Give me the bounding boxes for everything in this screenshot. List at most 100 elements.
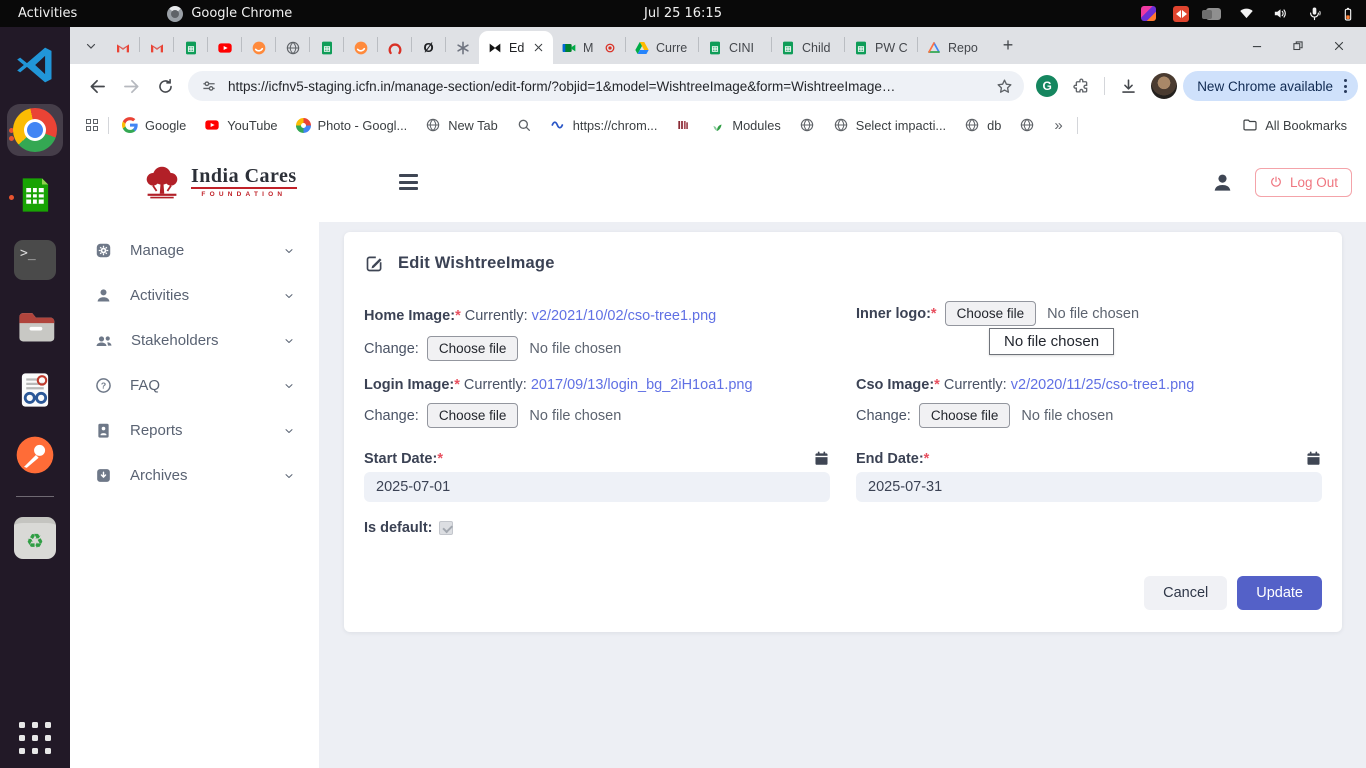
bookmark-photos[interactable]: Photo - Googl... [287,118,417,133]
close-tab-icon[interactable] [532,41,545,54]
extensions-button[interactable] [1064,69,1098,103]
bookmark-search[interactable] [507,117,541,133]
end-date-input[interactable] [856,472,1322,502]
restore-icon[interactable] [1291,39,1305,53]
sidebar-item-manage[interactable]: Manage [70,228,319,273]
edit-form-card: Edit WishtreeImage Home Image:* Currentl… [344,232,1342,632]
bookmark-google[interactable]: Google [113,117,195,133]
sidebar-item-archives[interactable]: Archives [70,453,319,498]
pinned-tab-zoho[interactable] [242,31,275,64]
inner-logo-choose-file-button[interactable]: Choose file [945,301,1037,326]
bookmark-youtube[interactable]: YouTube [195,117,286,133]
update-button[interactable]: Update [1237,576,1322,610]
pinned-tab-null[interactable]: Ø [412,31,445,64]
dock-postman[interactable] [7,429,63,481]
sidebar-toggle-button[interactable] [393,168,424,196]
downloads-button[interactable] [1111,69,1145,103]
folder-icon [1242,117,1258,133]
sidebar-item-activities[interactable]: Activities [70,273,319,318]
bookmarks-overflow-button[interactable]: » [1044,117,1072,134]
back-button[interactable] [80,69,114,103]
sidebar: Manage Activities Stakeholders [70,222,319,768]
tab-active-edit-form[interactable]: Ed [479,31,553,64]
close-window-icon[interactable] [1332,39,1346,53]
bookmark-select-impact[interactable]: Select impacti... [824,117,955,133]
sheets-icon [183,40,199,56]
focused-app-menu[interactable]: Google Chrome [167,6,292,22]
grammarly-extension-button[interactable]: G [1030,69,1064,103]
zoho-icon [251,40,267,56]
login-image-choose-file-button[interactable]: Choose file [427,403,519,428]
dock-chrome[interactable] [7,104,63,156]
sidebar-item-faq[interactable]: FAQ [70,363,319,408]
tab-search-button[interactable] [78,33,104,59]
dock-terminal[interactable]: >_ [7,234,63,286]
bookmark-db[interactable]: db [955,117,1010,133]
bookmark-globe[interactable] [1010,117,1044,133]
tab-repo[interactable]: Repo [918,31,990,64]
start-date-input[interactable] [364,472,830,502]
grammarly-icon: G [1036,75,1058,97]
chrome-update-pill[interactable]: New Chrome available [1183,71,1358,101]
bookmark-star-icon[interactable] [995,77,1014,96]
no-file-chosen-text: No file chosen [1047,306,1139,322]
apps-shortcut-button[interactable] [80,119,104,131]
is-default-label: Is default: [364,520,432,536]
pinned-tab-sheets[interactable] [174,31,207,64]
cancel-button[interactable]: Cancel [1144,576,1227,610]
tab-meet[interactable]: M [553,31,625,64]
bookmark-new-tab[interactable]: New Tab [416,117,507,133]
new-tab-button[interactable]: + [994,32,1022,60]
url-text[interactable]: https://icfnv5-staging.icfn.in/manage-se… [228,79,995,94]
browser-toolbar: https://icfnv5-staging.icfn.in/manage-se… [70,64,1366,108]
pinned-tab-openai[interactable] [446,31,479,64]
dock-files[interactable] [7,299,63,351]
sidebar-item-reports[interactable]: Reports [70,408,319,453]
dock-vscode[interactable] [7,39,63,91]
browser-menu-icon[interactable] [1341,79,1350,93]
tab-sheet-pw[interactable]: PW C [845,31,917,64]
dock-trash[interactable]: ♻ [7,512,63,564]
pinned-tab-sheets[interactable] [310,31,343,64]
start-date-label-row: Start Date:* [364,450,830,467]
cso-image-choose-file-button[interactable]: Choose file [919,403,1011,428]
system-tray[interactable] [1141,5,1356,22]
bookmark-chrome-link[interactable]: https://chrom... [541,117,667,133]
calendar-icon[interactable] [813,450,830,467]
dock-document-viewer[interactable] [7,364,63,416]
user-icon[interactable] [1210,170,1235,195]
site-settings-icon[interactable] [200,77,218,95]
form-actions: Cancel Update [364,576,1322,610]
minimize-icon[interactable] [1250,39,1264,53]
home-image-current-link[interactable]: v2/2021/10/02/cso-tree1.png [532,308,717,324]
bookmark-misc[interactable] [666,117,700,133]
pinned-tab-gmail[interactable] [140,31,173,64]
pinned-tab-zoho[interactable] [344,31,377,64]
reload-button[interactable] [148,69,182,103]
calendar-icon[interactable] [1305,450,1322,467]
address-bar[interactable]: https://icfnv5-staging.icfn.in/manage-se… [188,71,1024,101]
pinned-tab-gmail[interactable] [106,31,139,64]
home-image-choose-file-button[interactable]: Choose file [427,336,519,361]
sidebar-item-stakeholders[interactable]: Stakeholders [70,318,319,363]
tab-drive[interactable]: Curre [626,31,698,64]
pinned-tab-globe[interactable] [276,31,309,64]
pinned-tab-arc[interactable] [378,31,411,64]
cso-image-current-link[interactable]: v2/2020/11/25/cso-tree1.png [1011,377,1195,393]
login-image-current-link[interactable]: 2017/09/13/login_bg_2iH1oa1.png [531,377,753,393]
bookmark-modules[interactable]: Modules [700,117,789,133]
dock-libreoffice-calc[interactable] [7,169,63,221]
show-applications-button[interactable] [19,722,51,754]
tab-sheet-child[interactable]: Child [772,31,844,64]
bookmark-globe[interactable] [790,117,824,133]
tab-sheet-cini[interactable]: CINI [699,31,771,64]
activities-button[interactable]: Activities [0,0,95,27]
site-logo[interactable]: India Cares FOUNDATION [140,164,297,200]
is-default-checkbox[interactable] [439,521,453,535]
forward-button[interactable] [114,69,148,103]
pinned-tab-youtube[interactable] [208,31,241,64]
all-bookmarks-button[interactable]: All Bookmarks [1233,117,1356,133]
clock[interactable]: Jul 25 16:15 [644,6,722,21]
profile-avatar[interactable] [1151,73,1177,99]
logout-button[interactable]: Log Out [1255,168,1352,197]
